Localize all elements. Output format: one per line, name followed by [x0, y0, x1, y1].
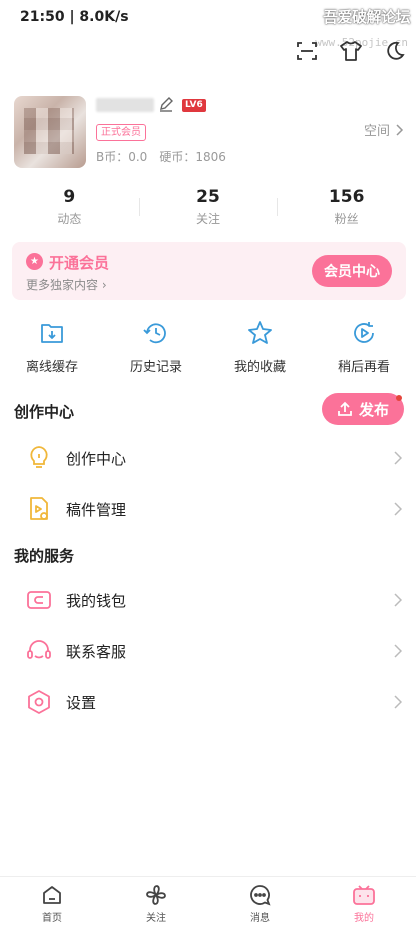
chevron-right-icon: › — [101, 278, 107, 292]
notification-dot — [396, 395, 402, 401]
stat-label: 动态 — [57, 212, 82, 226]
username-blurred — [96, 98, 154, 112]
fan-icon — [146, 885, 166, 905]
coin-text: 硬币：1806 — [159, 150, 226, 164]
stat-following[interactable]: 25 关注 — [138, 186, 278, 230]
tv-icon — [353, 885, 375, 905]
quick-action-watch-later[interactable]: 稍后再看 — [312, 318, 416, 382]
section-title-services: 我的服务 — [14, 547, 75, 565]
download-icon — [37, 318, 67, 348]
chevron-right-icon — [394, 695, 402, 709]
tab-label: 首页 — [42, 913, 62, 924]
star-icon — [245, 318, 275, 348]
upload-icon — [338, 401, 352, 416]
stat-label: 关注 — [196, 212, 221, 226]
member-badge: 正式会员 — [96, 124, 146, 141]
tab-label: 消息 — [250, 913, 270, 924]
chevron-right-icon — [394, 644, 402, 658]
quick-actions: 离线缓存 历史记录 我的收藏 稍后再看 — [0, 318, 416, 382]
vip-icon: ★ — [26, 253, 43, 270]
menu-item-label: 设置 — [66, 693, 97, 712]
menu-item-customer-service[interactable]: 联系客服 — [0, 627, 416, 675]
message-icon — [250, 885, 271, 906]
watch-later-icon — [349, 318, 379, 348]
vip-center-button[interactable]: 会员中心 — [312, 255, 392, 287]
menu-item-label: 创作中心 — [66, 449, 127, 468]
quick-action-label: 离线缓存 — [25, 360, 78, 375]
settings-icon — [26, 689, 52, 715]
quick-action-favorites[interactable]: 我的收藏 — [208, 318, 312, 382]
bottom-tabbar: 首页 关注 消息 我的 — [0, 876, 416, 927]
status-text: 21:50 | 8.0K/s — [20, 9, 129, 25]
space-label: 空间 — [363, 124, 390, 139]
section-title-creation: 创作中心 — [14, 403, 75, 421]
stat-dynamics[interactable]: 9 动态 — [0, 186, 139, 230]
menu-item-creation-center[interactable]: 创作中心 — [0, 434, 416, 482]
tab-messages[interactable]: 消息 — [208, 877, 312, 927]
menu-item-settings[interactable]: 设置 — [0, 678, 416, 726]
quick-action-label: 稍后再看 — [337, 360, 390, 375]
quick-action-offline-cache[interactable]: 离线缓存 — [0, 318, 104, 382]
avatar[interactable] — [14, 96, 86, 168]
manuscript-icon — [26, 496, 52, 522]
tab-following[interactable]: 关注 — [104, 877, 208, 927]
coins-info: B币：0.0 硬币：1806 — [96, 148, 226, 165]
vip-subtitle-text: 更多独家内容 — [26, 278, 99, 292]
tab-home[interactable]: 首页 — [0, 877, 104, 927]
quick-action-label: 我的收藏 — [233, 360, 286, 375]
watermark-text: 吾爱破解论坛 — [322, 8, 411, 26]
menu-item-label: 我的钱包 — [66, 591, 127, 610]
menu-item-manuscript[interactable]: 稿件管理 — [0, 485, 416, 533]
home-icon — [43, 886, 61, 904]
stat-value: 156 — [328, 187, 365, 207]
menu-item-wallet[interactable]: 我的钱包 — [0, 576, 416, 624]
tab-label: 我的 — [354, 913, 374, 924]
vip-card[interactable]: ★ 开通会员 更多独家内容 › 会员中心 — [12, 242, 406, 300]
edit-icon[interactable] — [158, 96, 174, 116]
chevron-right-icon — [394, 593, 402, 607]
chevron-right-icon — [396, 123, 404, 136]
stat-fans[interactable]: 156 粉丝 — [277, 186, 416, 230]
stat-value: 9 — [63, 187, 76, 207]
stats-row: 9 动态 25 关注 156 粉丝 — [0, 186, 416, 230]
level-badge: LV6 — [182, 99, 206, 112]
moon-icon[interactable] — [382, 38, 408, 64]
vip-subtitle[interactable]: 更多独家内容 › — [26, 276, 107, 293]
quick-action-label: 历史记录 — [129, 360, 182, 375]
publish-label: 发布 — [358, 400, 389, 419]
b-coin-text: B币：0.0 — [96, 150, 148, 164]
publish-button[interactable]: 发布 — [322, 393, 404, 425]
tshirt-icon[interactable] — [338, 38, 364, 64]
chevron-right-icon — [394, 502, 402, 516]
space-link[interactable]: 空间 — [364, 120, 404, 139]
wallet-icon — [26, 587, 52, 613]
chevron-right-icon — [394, 451, 402, 465]
vip-title: 开通会员 — [49, 254, 110, 272]
profile-section[interactable]: LV6 正式会员 B币：0.0 硬币：1806 空间 — [0, 90, 416, 170]
scan-icon[interactable] — [294, 38, 320, 64]
quick-action-history[interactable]: 历史记录 — [104, 318, 208, 382]
tab-label: 关注 — [146, 913, 166, 924]
stat-value: 25 — [196, 187, 220, 207]
headset-icon — [26, 638, 52, 664]
history-icon — [141, 318, 171, 348]
lightbulb-icon — [26, 445, 52, 471]
stat-label: 粉丝 — [334, 212, 359, 226]
top-toolbar — [294, 38, 408, 64]
menu-item-label: 联系客服 — [66, 642, 127, 661]
menu-item-label: 稿件管理 — [66, 500, 127, 519]
tab-mine[interactable]: 我的 — [312, 877, 416, 927]
